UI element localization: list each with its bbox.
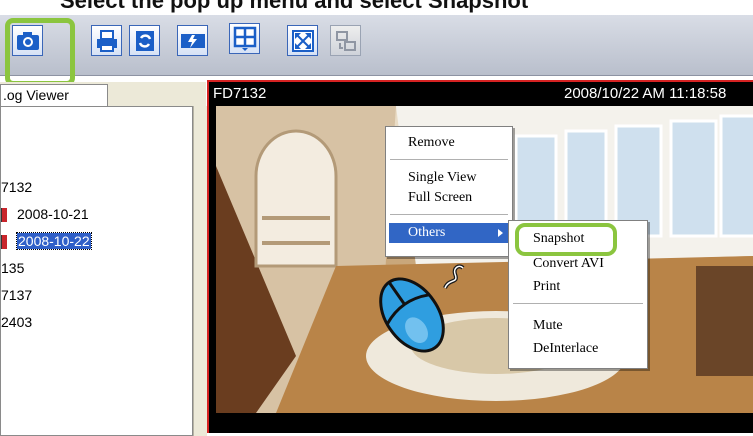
menu-item-remove[interactable]: Remove [408, 133, 455, 153]
video-timestamp: 2008/10/22 AM 11:18:58 [564, 85, 727, 102]
menu-item-deinterlace[interactable]: DeInterlace [533, 339, 598, 359]
fullscreen-button[interactable] [287, 25, 318, 56]
fullscreen-icon [291, 29, 314, 52]
list-item[interactable]: 2403 [1, 311, 32, 333]
list-item[interactable]: 7132 [1, 176, 32, 198]
caption-fragment: Select the pop up menu and select Snapsh… [60, 0, 529, 13]
device-tree: 7132 2008-10-21 2008-10-22 135 7137 2403 [0, 106, 193, 436]
switch-disabled-button[interactable] [330, 25, 361, 56]
tab-log-viewer[interactable]: .og Viewer [0, 84, 108, 106]
menu-item-full-screen[interactable]: Full Screen [408, 188, 472, 208]
menu-item-others[interactable]: Others [389, 223, 509, 243]
list-item[interactable]: 2008-10-21 [1, 203, 89, 225]
left-panel: .og Viewer 7132 2008-10-21 2008-10-22 13… [0, 82, 207, 436]
menu-item-print[interactable]: Print [533, 277, 560, 297]
printer-icon [96, 29, 117, 52]
lightning-button[interactable] [177, 25, 208, 56]
snapshot-highlight [5, 18, 75, 86]
camera-name: FD7132 [213, 85, 267, 102]
calendar-icon [1, 208, 7, 223]
submenu-arrow-icon [498, 229, 503, 237]
refresh-button[interactable] [129, 25, 160, 56]
menu-item-mute[interactable]: Mute [533, 316, 563, 336]
snapshot-menu-highlight [515, 223, 617, 256]
refresh-icon [135, 30, 154, 51]
list-item-selected[interactable]: 2008-10-22 [1, 230, 92, 252]
switch-icon [335, 30, 356, 51]
mouse-illustration-icon [379, 264, 465, 353]
menu-item-convert-avi[interactable]: Convert AVI [533, 254, 604, 274]
menu-separator [513, 303, 643, 304]
caption-strip: Select the pop up menu and select Snapsh… [0, 0, 753, 15]
list-item[interactable]: 135 [1, 257, 24, 279]
toolbar [0, 15, 753, 76]
menu-separator [390, 214, 508, 215]
calendar-icon [1, 235, 7, 250]
video-view[interactable]: FD7132 2008/10/22 AM 11:18:58 Remove Sin… [207, 80, 753, 433]
context-menu: Remove Single View Full Screen Others [385, 126, 513, 257]
list-item[interactable]: 7137 [1, 284, 32, 306]
grid-layout-icon [233, 26, 256, 51]
menu-item-single-view[interactable]: Single View [408, 168, 477, 188]
panel-edge [193, 106, 207, 436]
layout-button[interactable] [229, 23, 260, 54]
print-button[interactable] [91, 25, 122, 56]
menu-separator [390, 159, 508, 160]
lightning-icon [180, 33, 205, 48]
